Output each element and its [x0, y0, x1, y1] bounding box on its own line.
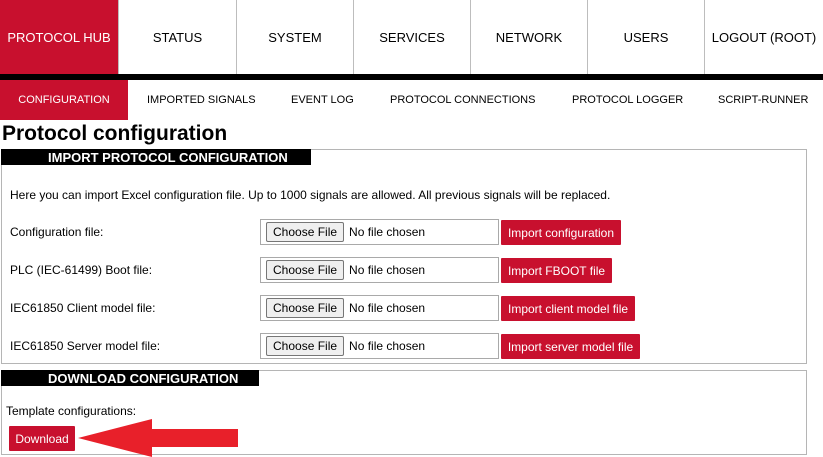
nav-services[interactable]: SERVICES: [353, 0, 470, 74]
import-section-header: IMPORT PROTOCOL CONFIGURATION: [1, 149, 311, 165]
nav-status[interactable]: STATUS: [118, 0, 236, 74]
subnav-imported-signals[interactable]: IMPORTED SIGNALS: [147, 80, 256, 120]
subnav-protocol-logger[interactable]: PROTOCOL LOGGER: [572, 80, 683, 120]
client-file-status: No file chosen: [349, 301, 426, 315]
client-model-label: IEC61850 Client model file:: [10, 301, 156, 315]
subnav-configuration[interactable]: CONFIGURATION: [0, 80, 128, 120]
config-file-label: Configuration file:: [10, 225, 104, 239]
download-section-title: DOWNLOAD CONFIGURATION: [48, 370, 239, 386]
config-file-status: No file chosen: [349, 225, 426, 239]
download-button[interactable]: Download: [9, 426, 75, 451]
import-client-model-button[interactable]: Import client model file: [501, 296, 635, 321]
top-navigation: PROTOCOL HUB STATUS SYSTEM SERVICES NETW…: [0, 0, 823, 74]
subnav-script-runner[interactable]: SCRIPT-RUNNER: [718, 80, 808, 120]
nav-system[interactable]: SYSTEM: [236, 0, 353, 74]
server-model-label: IEC61850 Server model file:: [10, 339, 161, 353]
server-choose-file-button[interactable]: Choose File: [266, 336, 345, 356]
server-model-file-input[interactable]: Choose File No file chosen: [260, 333, 499, 359]
import-fboot-button[interactable]: Import FBOOT file: [501, 258, 612, 283]
fboot-choose-file-button[interactable]: Choose File: [266, 260, 345, 280]
subnav-protocol-connections[interactable]: PROTOCOL CONNECTIONS: [390, 80, 535, 120]
download-section-header: DOWNLOAD CONFIGURATION: [1, 370, 259, 386]
nav-users[interactable]: USERS: [587, 0, 704, 74]
config-choose-file-button[interactable]: Choose File: [266, 222, 345, 242]
server-file-status: No file chosen: [349, 339, 426, 353]
page-title: Protocol configuration: [2, 122, 228, 145]
import-section-title: IMPORT PROTOCOL CONFIGURATION: [48, 149, 288, 165]
nav-network[interactable]: NETWORK: [470, 0, 587, 74]
fboot-file-input[interactable]: Choose File No file chosen: [260, 257, 499, 283]
import-panel: IMPORT PROTOCOL CONFIGURATION Here you c…: [1, 149, 807, 364]
client-choose-file-button[interactable]: Choose File: [266, 298, 345, 318]
fboot-file-label: PLC (IEC-61499) Boot file:: [10, 263, 153, 277]
red-arrow-icon: [78, 419, 238, 457]
import-server-model-button[interactable]: Import server model file: [501, 334, 640, 359]
template-configurations-label: Template configurations:: [6, 404, 137, 418]
config-file-input[interactable]: Choose File No file chosen: [260, 219, 499, 245]
subnav-event-log[interactable]: EVENT LOG: [291, 80, 354, 120]
import-intro-text: Here you can import Excel configuration …: [10, 188, 611, 202]
client-model-file-input[interactable]: Choose File No file chosen: [260, 295, 499, 321]
nav-protocol-hub[interactable]: PROTOCOL HUB: [0, 0, 118, 74]
import-configuration-button[interactable]: Import configuration: [501, 220, 621, 245]
sub-navigation: CONFIGURATION IMPORTED SIGNALS EVENT LOG…: [0, 80, 823, 120]
nav-logout[interactable]: LOGOUT (ROOT): [704, 0, 823, 74]
fboot-file-status: No file chosen: [349, 263, 426, 277]
